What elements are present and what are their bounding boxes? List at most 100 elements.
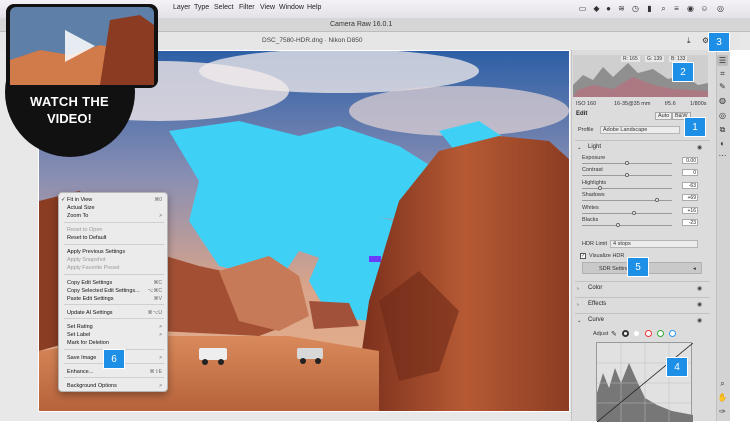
curve-heading[interactable]: Curve — [588, 317, 604, 323]
screen-icon[interactable]: ▭ — [578, 4, 587, 13]
shield-icon[interactable]: ◆ — [592, 4, 601, 13]
chevron-right-icon[interactable]: › — [577, 286, 579, 292]
eye-icon[interactable]: ◉ — [697, 285, 702, 292]
slider-track[interactable] — [582, 211, 672, 215]
slider-value-input[interactable]: +16 — [682, 207, 698, 214]
wifi-icon[interactable]: ≋ — [617, 4, 626, 13]
edit-heading: Edit — [576, 111, 588, 117]
siri-icon[interactable]: ◉ — [686, 4, 695, 13]
context-menu-item[interactable]: Update AI Settings — [67, 310, 113, 316]
window-title: Camera Raw 16.0.1 — [330, 21, 393, 28]
white-channel-icon[interactable] — [633, 330, 640, 337]
slider-value-input[interactable]: 0.00 — [682, 157, 698, 164]
slider-track[interactable] — [582, 161, 672, 165]
snapshots-icon[interactable]: ⧉ — [717, 124, 728, 135]
color-sampler-icon[interactable]: ✑ — [717, 406, 728, 417]
context-menu-item[interactable]: Reset to Default — [67, 235, 106, 241]
slider-knob[interactable] — [631, 211, 636, 215]
color-heading[interactable]: Color — [588, 285, 602, 291]
context-menu-item[interactable]: Copy Edit Settings — [67, 280, 112, 286]
user-icon[interactable]: ☺ — [700, 4, 709, 13]
red-channel-icon[interactable] — [645, 330, 652, 337]
slider-knob[interactable] — [615, 223, 620, 227]
menu-separator — [64, 244, 164, 245]
curve-graph[interactable] — [596, 342, 694, 423]
context-menu-item[interactable]: Enhance... — [67, 369, 93, 375]
menu-separator — [64, 318, 164, 319]
context-menu-item[interactable]: Paste Edit Settings — [67, 296, 113, 302]
hand-icon[interactable]: ✋ — [717, 392, 728, 403]
slider-value-input[interactable]: +69 — [682, 194, 698, 201]
heal-icon[interactable]: ✎ — [717, 81, 728, 92]
save-icon[interactable]: ⤓ — [687, 36, 691, 46]
slider-track[interactable] — [582, 186, 672, 190]
battery-icon[interactable]: ▮ — [645, 4, 654, 13]
callout-1: 1 — [684, 117, 706, 137]
visualize-hdr-checkbox[interactable]: ✓ — [580, 253, 586, 259]
zoom-icon[interactable]: ⌕ — [717, 378, 728, 389]
effects-heading[interactable]: Effects — [588, 301, 606, 307]
menu-view[interactable]: View — [260, 4, 275, 11]
profile-label: Profile — [578, 127, 594, 133]
watch-video-badge[interactable]: WATCH THE VIDEO! — [0, 0, 160, 160]
presets-icon[interactable]: ◐ — [717, 138, 728, 149]
context-menu-item[interactable]: Background Options — [67, 383, 117, 389]
eye-icon[interactable]: ◉ — [697, 317, 702, 324]
hdr-limit-label: HDR Limit — [582, 241, 608, 247]
divider — [575, 281, 710, 282]
profile-select[interactable]: Adobe Landscape — [600, 126, 680, 134]
slider-track[interactable] — [582, 198, 672, 202]
context-menu-item[interactable]: Copy Selected Edit Settings... — [67, 288, 140, 294]
context-menu-item: Reset to Open — [67, 227, 103, 233]
slider-value-input[interactable]: -23 — [682, 219, 698, 226]
parametric-curve-icon[interactable] — [622, 330, 629, 337]
menu-window[interactable]: Window — [279, 4, 304, 11]
notification-icon[interactable]: ◎ — [716, 4, 725, 13]
more-icon[interactable]: ⋯ — [717, 150, 728, 161]
chevron-down-icon[interactable]: ⌄ — [577, 145, 582, 151]
menu-separator — [64, 377, 164, 378]
context-menu-item[interactable]: Save Image — [67, 355, 96, 361]
slider-value-input[interactable]: 0 — [682, 169, 698, 176]
hdr-limit-select[interactable]: 4 stops — [610, 240, 698, 248]
green-channel-icon[interactable] — [657, 330, 664, 337]
menu-type[interactable]: Type — [194, 4, 209, 11]
search-icon[interactable]: ⌕ — [659, 4, 668, 13]
slider-value-input[interactable]: -63 — [682, 182, 698, 189]
menu-filter[interactable]: Filter — [239, 4, 255, 11]
clock-icon[interactable]: ◷ — [631, 4, 640, 13]
context-menu-item[interactable]: Fit in View — [67, 197, 92, 203]
context-menu-item[interactable]: Mark for Deletion — [67, 340, 109, 346]
slider-track[interactable] — [582, 173, 672, 177]
context-menu-item[interactable]: Set Label — [67, 332, 90, 338]
exif-aperture: f/5.6 — [665, 101, 676, 107]
context-menu-item[interactable]: Set Rating — [67, 324, 93, 330]
slider-label: Exposure — [582, 155, 606, 161]
chevron-right-icon[interactable]: › — [577, 302, 579, 308]
auto-button[interactable]: Auto — [655, 112, 673, 120]
context-menu-item[interactable]: Apply Previous Settings — [67, 249, 125, 255]
menu-shortcut: ⌘0 — [154, 197, 162, 203]
eye-icon[interactable]: ◉ — [697, 301, 702, 308]
context-menu-item[interactable]: Zoom To — [67, 213, 88, 219]
crop-icon[interactable]: ⌗ — [717, 68, 728, 79]
blue-channel-icon[interactable] — [669, 330, 676, 337]
context-menu-item: Apply Snapshot — [67, 257, 106, 263]
context-menu-item[interactable]: Actual Size — [67, 205, 95, 211]
menu-layer[interactable]: Layer — [173, 4, 191, 11]
slider-knob[interactable] — [625, 161, 629, 165]
masking-icon[interactable]: ◍ — [717, 95, 728, 106]
menu-help[interactable]: Help — [307, 4, 321, 11]
mic-icon[interactable]: ● — [604, 4, 613, 13]
edit-sliders-icon[interactable]: ☰ — [717, 55, 728, 66]
window-edge — [730, 50, 750, 421]
slider-knob[interactable] — [625, 173, 629, 177]
eye-icon[interactable]: ◉ — [697, 144, 702, 151]
menu-select[interactable]: Select — [214, 4, 233, 11]
chevron-down-icon[interactable]: ⌄ — [577, 318, 582, 324]
slider-track[interactable] — [582, 223, 672, 227]
redeye-icon[interactable]: ◎ — [717, 110, 728, 121]
caret-left-icon: ◂ — [693, 266, 696, 272]
pencil-icon[interactable]: ✎ — [611, 330, 617, 338]
control-center-icon[interactable]: ≡ — [672, 4, 681, 13]
